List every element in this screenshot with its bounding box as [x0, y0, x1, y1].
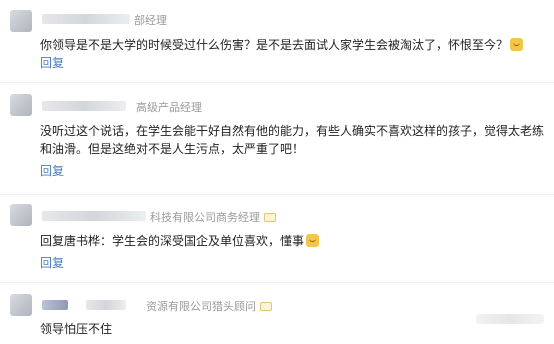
author-title: 资源有限公司猎头顾问 — [146, 298, 272, 314]
author-name-blurred — [86, 300, 126, 310]
avatar[interactable] — [10, 10, 32, 32]
member-badge-icon — [260, 301, 272, 311]
author-name-blurred — [42, 14, 130, 24]
reply-button[interactable]: 回复 — [40, 54, 64, 71]
comment-body: 回复唐书桦：学生会的深受国企及单位喜欢，懂事 — [40, 234, 305, 248]
author-name-blurred — [42, 300, 68, 310]
comment-text: 回复唐书桦：学生会的深受国企及单位喜欢，懂事 — [40, 232, 544, 250]
divider — [0, 82, 554, 83]
reply-button[interactable]: 回复 — [40, 162, 64, 179]
avatar[interactable] — [10, 94, 32, 116]
author-title: 部经理 — [134, 14, 167, 27]
comment-item: 资源有限公司猎头顾问 领导怕压不住 — [0, 288, 554, 344]
emoji-icon — [510, 38, 524, 51]
divider — [0, 194, 554, 195]
author-title: 科技有限公司商务经理 — [150, 209, 276, 225]
comment-body: 你领导是不是大学的时候受过什么伤害？是不是去面试人家学生会被淘汰了，怀恨至今？ — [40, 38, 509, 52]
member-badge-icon — [264, 212, 276, 222]
comment-text: 领导怕压不住 — [40, 322, 113, 336]
author-title: 高级产品经理 — [136, 101, 202, 114]
comment-text: 没听过这个说话，在学生会能干好自然有他的能力，有些人确实不喜欢这样的孩子，觉得太… — [40, 124, 545, 156]
author-name-blurred — [42, 211, 146, 221]
avatar[interactable] — [10, 204, 32, 226]
comment-item: 高级产品经理 没听过这个说话，在学生会能干好自然有他的能力，有些人确实不喜欢这样… — [0, 88, 554, 188]
reply-button[interactable]: 回复 — [40, 254, 64, 271]
comment-item: 部经理 你领导是不是大学的时候受过什么伤害？是不是去面试人家学生会被淘汰了，怀恨… — [0, 0, 554, 74]
divider — [0, 282, 554, 283]
blurred-area — [476, 314, 544, 324]
emoji-icon — [306, 234, 320, 247]
avatar[interactable] — [10, 294, 32, 316]
author-name-blurred — [42, 101, 126, 111]
comment-item: 科技有限公司商务经理 回复唐书桦：学生会的深受国企及单位喜欢，懂事 回复 — [0, 198, 554, 276]
comment-text: 你领导是不是大学的时候受过什么伤害？是不是去面试人家学生会被淘汰了，怀恨至今？ — [40, 36, 544, 54]
